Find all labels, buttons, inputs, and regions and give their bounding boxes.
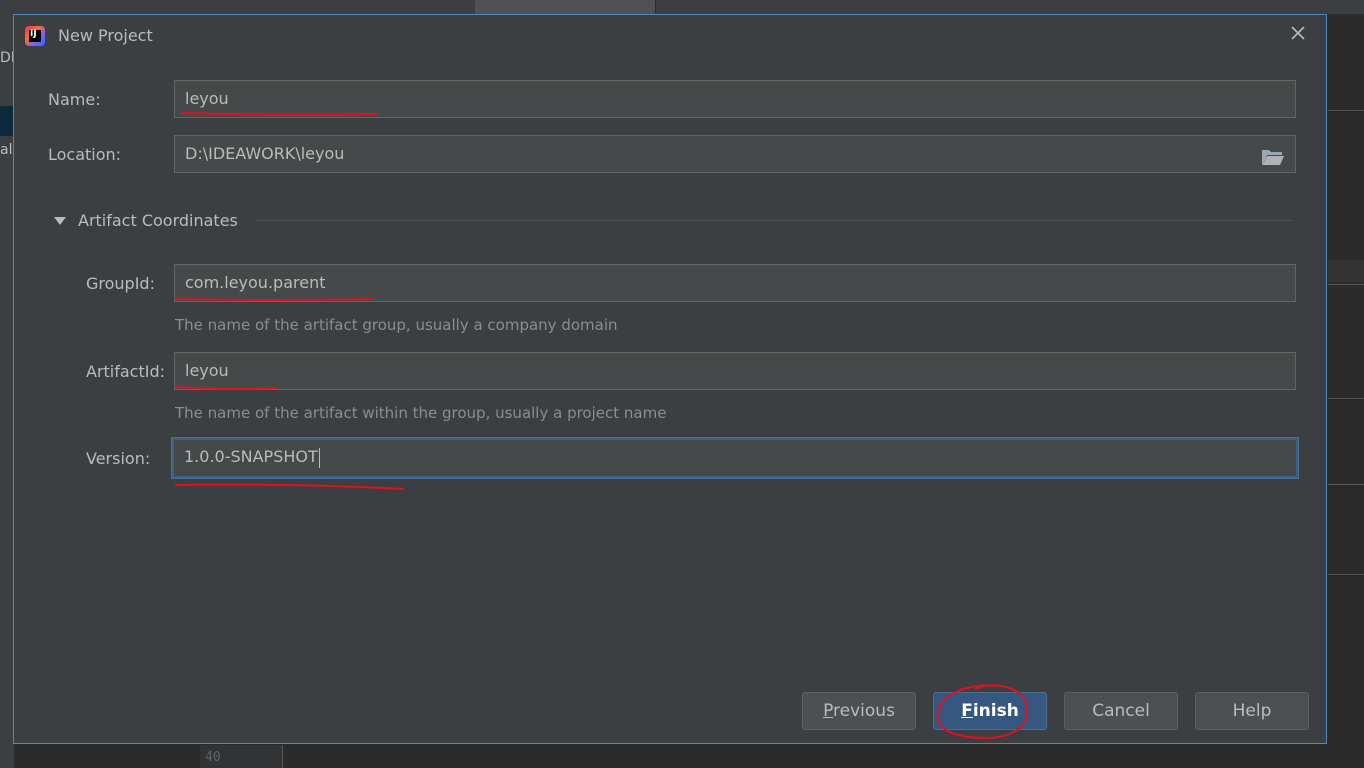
- groupid-value: com.leyou.parent: [185, 273, 326, 292]
- version-label: Version:: [86, 449, 151, 468]
- artifactid-hint: The name of the artifact within the grou…: [175, 404, 667, 422]
- artifactid-input[interactable]: leyou: [174, 352, 1296, 390]
- finish-label: inish: [972, 701, 1019, 721]
- artifact-coordinates-toggle[interactable]: Artifact Coordinates: [54, 211, 254, 233]
- version-value: 1.0.0-SNAPSHOT: [184, 447, 318, 466]
- groupid-input[interactable]: com.leyou.parent: [174, 264, 1296, 302]
- ide-panel-selection: [0, 106, 14, 136]
- artifactid-value: leyou: [185, 361, 229, 380]
- name-label: Name:: [48, 90, 101, 109]
- cancel-button[interactable]: Cancel: [1064, 692, 1178, 730]
- groupid-hint: The name of the artifact group, usually …: [175, 316, 618, 334]
- section-title: Artifact Coordinates: [78, 211, 238, 230]
- ide-tab-active[interactable]: [475, 0, 656, 14]
- close-icon[interactable]: [1286, 21, 1310, 45]
- location-label: Location:: [48, 145, 122, 164]
- section-separator: [256, 220, 1292, 221]
- finish-mnemonic: F: [961, 701, 973, 721]
- ide-left-panel: DE al: [0, 14, 20, 768]
- ide-panel-fragment: al: [0, 142, 13, 158]
- intellij-idea-icon: IJ: [25, 26, 45, 46]
- artifactid-label: ArtifactId:: [86, 362, 166, 381]
- ide-tab[interactable]: [200, 0, 336, 14]
- name-value: leyou: [185, 89, 229, 108]
- name-input[interactable]: leyou: [174, 80, 1296, 118]
- line-number: 40: [205, 750, 221, 765]
- dialog-title: New Project: [58, 26, 153, 45]
- ide-right-panel: [1328, 14, 1364, 768]
- help-button[interactable]: Help: [1195, 692, 1309, 730]
- ide-tab-bar: [0, 0, 1364, 14]
- ide-tab[interactable]: [335, 0, 476, 14]
- location-input[interactable]: D:\IDEAWORK\leyou: [174, 135, 1296, 173]
- folder-icon[interactable]: [1261, 144, 1285, 165]
- groupid-label: GroupId:: [86, 274, 155, 293]
- location-value: D:\IDEAWORK\leyou: [185, 144, 345, 163]
- triangle-down-icon: [54, 217, 66, 225]
- dialog-title-bar[interactable]: IJ New Project: [14, 15, 1326, 55]
- text-cursor: [318, 447, 320, 468]
- previous-mnemonic: P: [823, 701, 834, 721]
- new-project-dialog: IJ New Project Name: leyou Location: D:\…: [13, 14, 1327, 744]
- previous-button[interactable]: Previous: [802, 692, 916, 730]
- version-input[interactable]: 1.0.0-SNAPSHOT: [172, 438, 1298, 478]
- previous-label: revious: [833, 701, 895, 721]
- ide-tab[interactable]: [0, 0, 201, 14]
- finish-button[interactable]: Finish: [933, 692, 1047, 730]
